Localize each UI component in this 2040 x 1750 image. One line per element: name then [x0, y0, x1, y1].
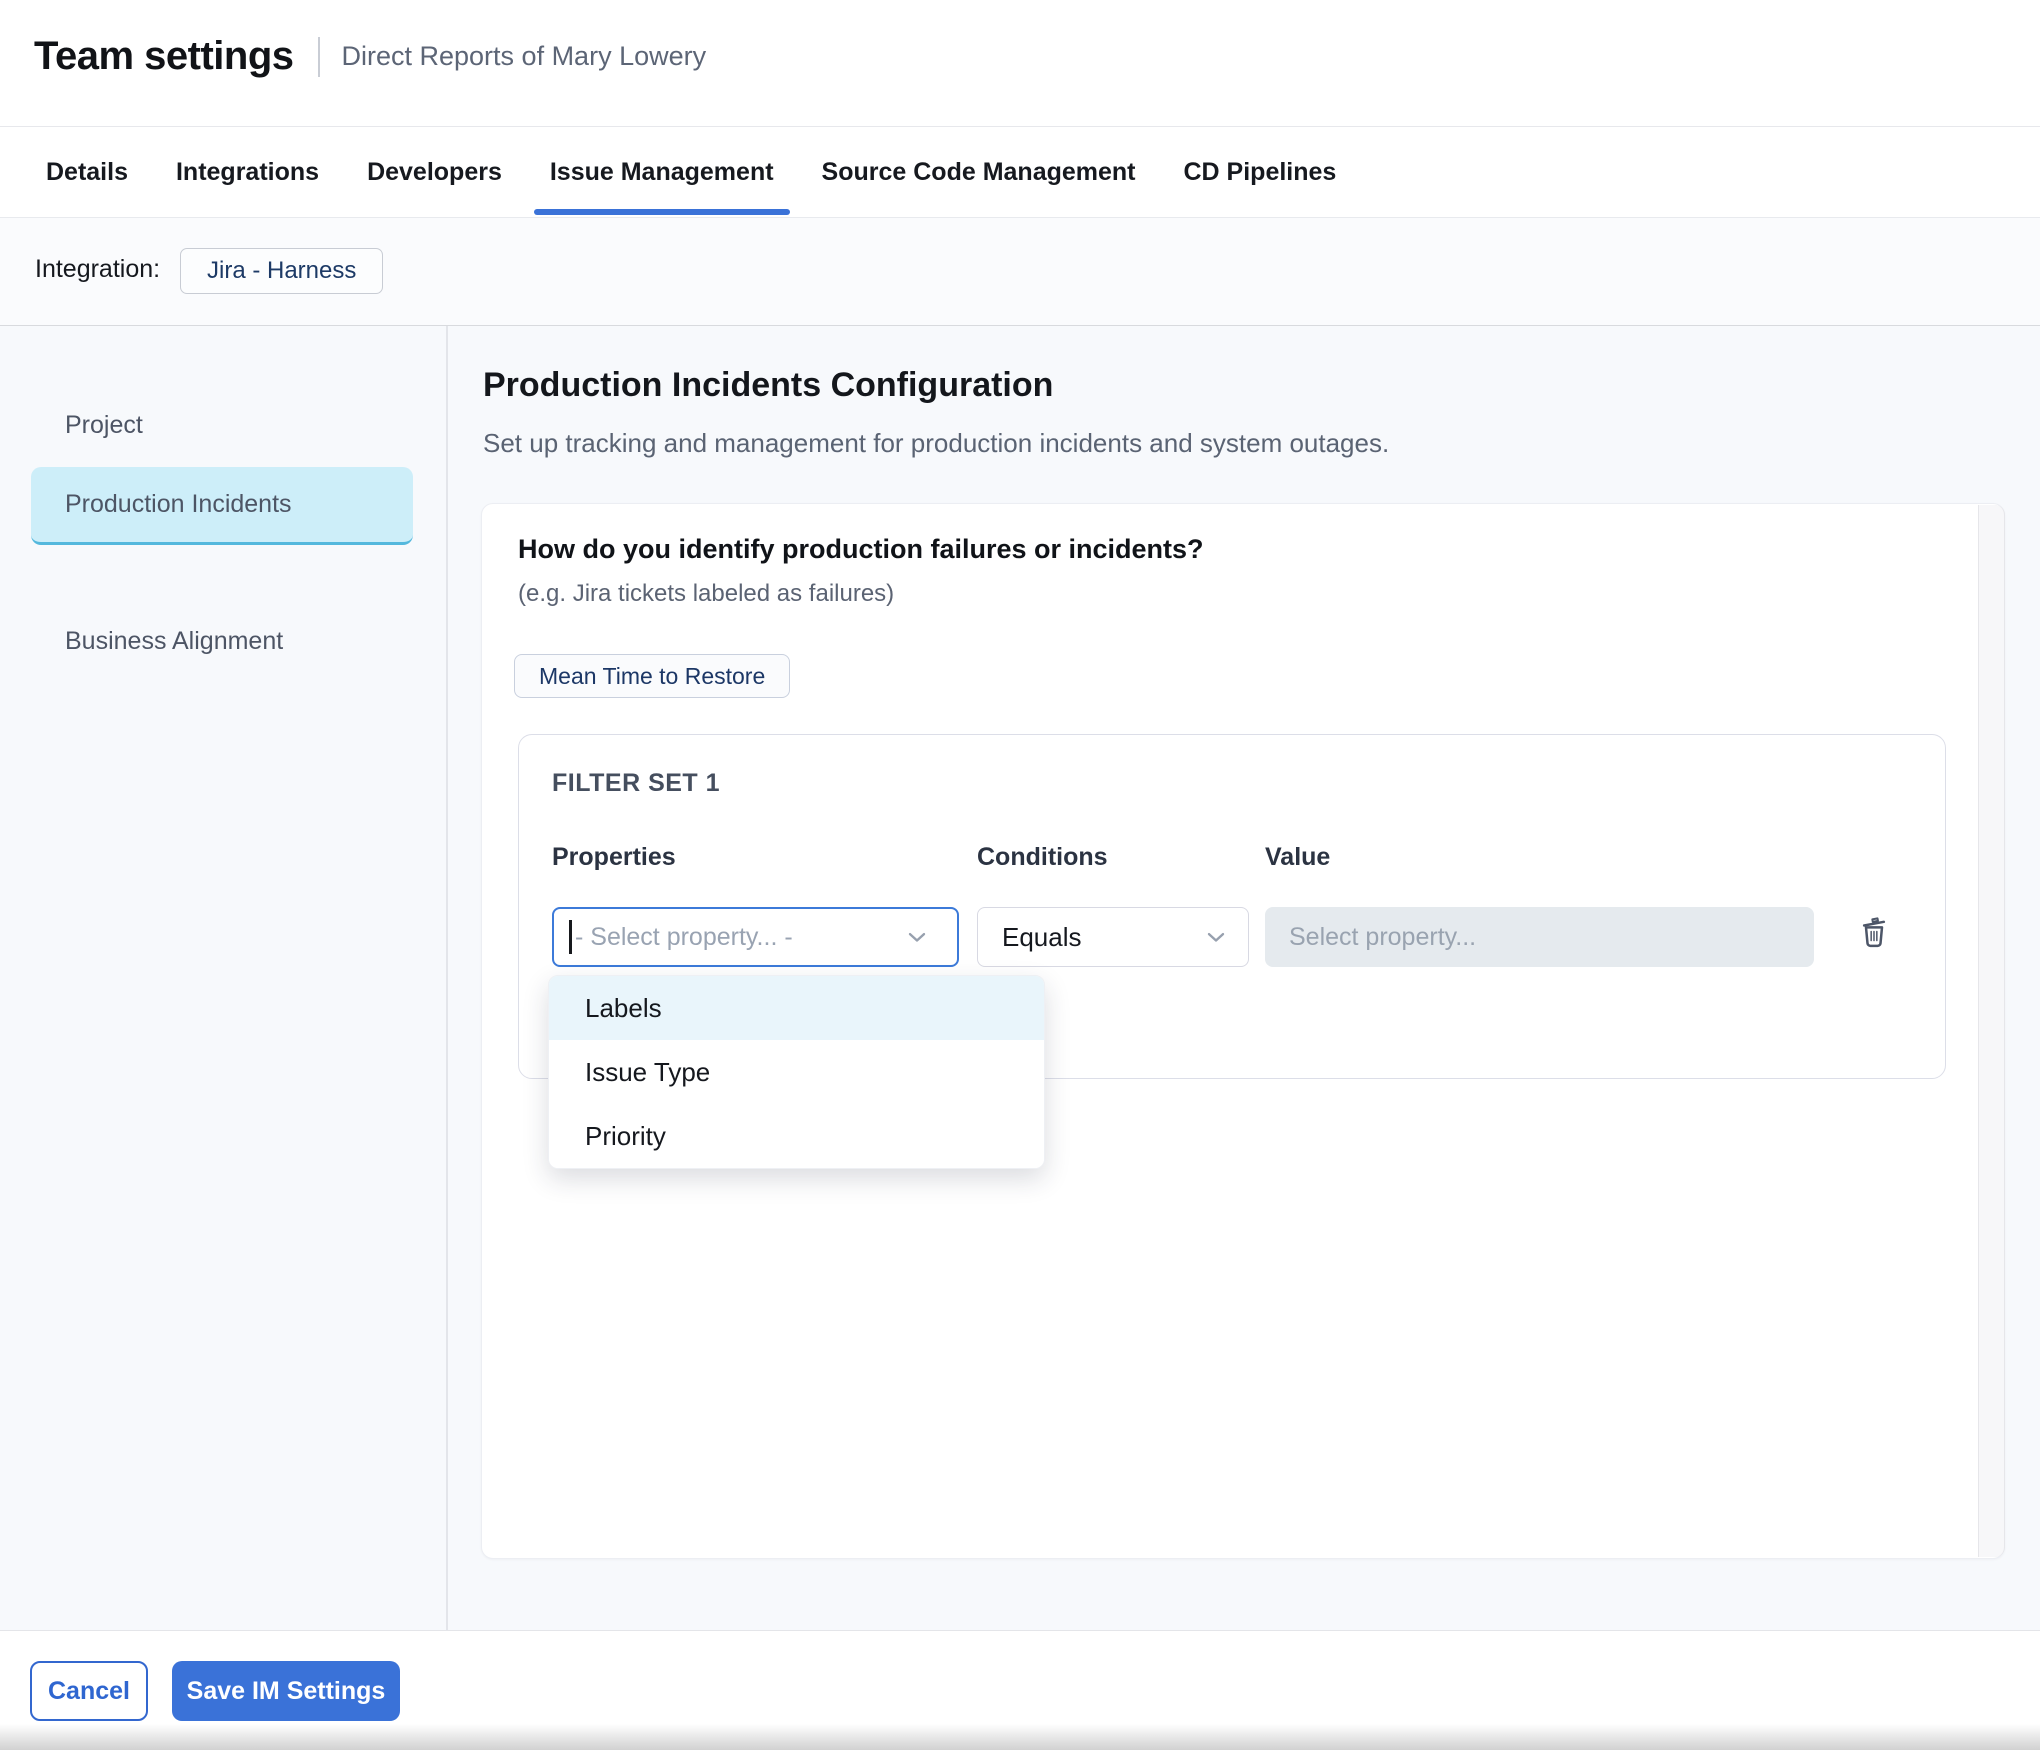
tab-integrations[interactable]: Integrations [160, 127, 335, 218]
chevron-down-icon [903, 923, 931, 951]
settings-sidebar: Project Production Incidents Business Al… [0, 326, 448, 1630]
sidebar-item-business-alignment[interactable]: Business Alignment [31, 602, 413, 680]
integration-row: Integration: Jira - Harness [0, 218, 2040, 326]
trash-icon [1854, 911, 1894, 951]
tab-developers[interactable]: Developers [351, 127, 518, 218]
condition-select-value: Equals [1002, 922, 1082, 953]
dropdown-option-labels[interactable]: Labels [549, 976, 1044, 1040]
page-subtitle: Direct Reports of Mary Lowery [342, 41, 707, 72]
title-separator [318, 37, 320, 77]
sidebar-item-project[interactable]: Project [31, 386, 413, 464]
property-select-placeholder: - Select property... - [575, 923, 793, 952]
condition-select[interactable]: Equals [977, 907, 1249, 967]
integration-label: Integration: [35, 255, 160, 284]
page-title: Team settings [34, 34, 294, 79]
config-hint: (e.g. Jira tickets labeled as failures) [518, 580, 894, 608]
page: Team settings Direct Reports of Mary Low… [0, 0, 2040, 1750]
section-title: Production Incidents Configuration [483, 366, 1053, 405]
property-select[interactable]: - Select property... - [552, 907, 959, 967]
title-row: Team settings Direct Reports of Mary Low… [34, 34, 706, 79]
tab-details[interactable]: Details [30, 127, 144, 218]
column-header-conditions: Conditions [977, 843, 1108, 872]
column-header-properties: Properties [552, 843, 676, 872]
dropdown-option-priority[interactable]: Priority [549, 1104, 1044, 1168]
column-header-value: Value [1265, 843, 1330, 872]
card-scrollbar[interactable] [1978, 505, 2005, 1557]
save-im-settings-button[interactable]: Save IM Settings [172, 1661, 400, 1721]
filter-set-title: FILTER SET 1 [552, 769, 720, 798]
sidebar-item-production-incidents[interactable]: Production Incidents [31, 467, 413, 545]
tab-source-code-management[interactable]: Source Code Management [806, 127, 1152, 218]
footer-bar: Cancel Save IM Settings [0, 1630, 2040, 1750]
config-question: How do you identify production failures … [518, 534, 1204, 565]
value-input[interactable] [1265, 907, 1814, 967]
cancel-button[interactable]: Cancel [30, 1661, 148, 1721]
text-cursor [569, 920, 572, 954]
tab-bar: Details Integrations Developers Issue Ma… [0, 127, 2040, 218]
metric-tab-mean-time-to-restore[interactable]: Mean Time to Restore [514, 654, 790, 698]
delete-filter-row-button[interactable] [1852, 909, 1896, 953]
tab-issue-management[interactable]: Issue Management [534, 127, 790, 218]
dropdown-option-issue-type[interactable]: Issue Type [549, 1040, 1044, 1104]
sidebar-divider [446, 326, 448, 1630]
chevron-down-icon [1202, 923, 1230, 951]
section-subtitle: Set up tracking and management for produ… [483, 428, 1389, 459]
tab-cd-pipelines[interactable]: CD Pipelines [1168, 127, 1353, 218]
integration-chip[interactable]: Jira - Harness [180, 248, 383, 294]
property-dropdown: Labels Issue Type Priority [548, 975, 1045, 1169]
app-header: Team settings Direct Reports of Mary Low… [0, 0, 2040, 127]
